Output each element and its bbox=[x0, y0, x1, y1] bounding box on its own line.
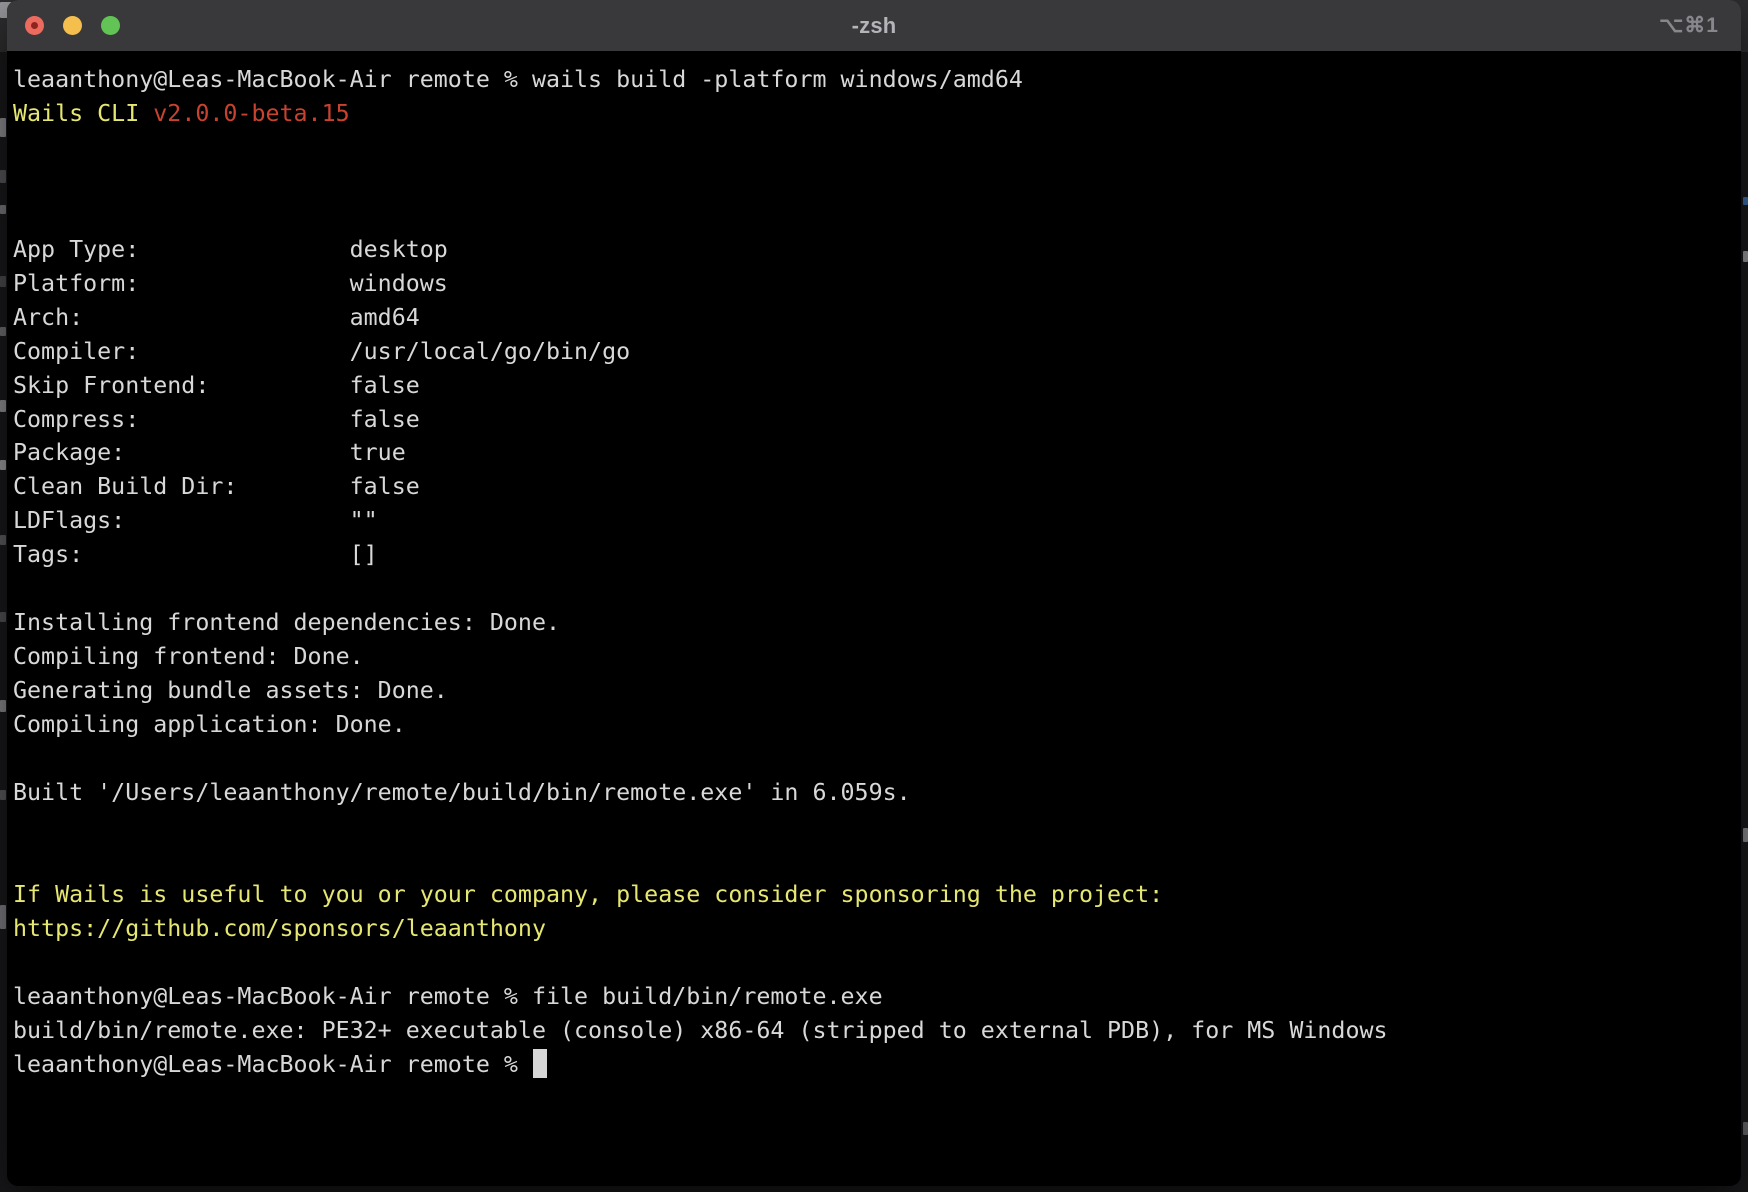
terminal-line bbox=[13, 199, 1735, 233]
close-button-dot-icon bbox=[31, 22, 38, 29]
terminal-line bbox=[13, 844, 1735, 878]
terminal-line: Generating bundle assets: Done. bbox=[13, 674, 1735, 708]
occluded-window-fragment bbox=[0, 205, 6, 214]
terminal-text-segment: Wails CLI bbox=[13, 100, 153, 127]
terminal-text-segment: leaanthony@Leas-MacBook-Air remote % fil… bbox=[13, 983, 883, 1010]
terminal-line: Wails CLI v2.0.0-beta.15 bbox=[13, 97, 1735, 131]
occluded-window-fragment bbox=[0, 276, 6, 287]
window-title: -zsh bbox=[852, 13, 897, 39]
occluded-window-fragment bbox=[1743, 251, 1748, 262]
terminal-line: Compress: false bbox=[13, 403, 1735, 437]
occluded-window-fragment bbox=[0, 327, 6, 336]
terminal-line: Arch: amd64 bbox=[13, 301, 1735, 335]
terminal-text-segment: leaanthony@Leas-MacBook-Air remote % wai… bbox=[13, 66, 1023, 93]
occluded-window-fragment bbox=[0, 400, 6, 412]
terminal-text-segment: If Wails is useful to you or your compan… bbox=[13, 881, 1163, 908]
terminal-line: https://github.com/sponsors/leaanthony bbox=[13, 912, 1735, 946]
terminal-text-segment: build/bin/remote.exe: PE32+ executable (… bbox=[13, 1017, 1388, 1044]
terminal-line bbox=[13, 131, 1735, 165]
occluded-window-fragment bbox=[0, 460, 6, 470]
terminal-line: Platform: windows bbox=[13, 267, 1735, 301]
terminal-line: Package: true bbox=[13, 436, 1735, 470]
terminal-text-segment: Installing frontend dependencies: Done. bbox=[13, 609, 560, 636]
titlebar[interactable]: -zsh ⌥⌘1 bbox=[7, 0, 1741, 51]
terminal-line: Compiling application: Done. bbox=[13, 708, 1735, 742]
terminal-text-segment: Compiling frontend: Done. bbox=[13, 643, 364, 670]
terminal-text-segment: Compiling application: Done. bbox=[13, 711, 406, 738]
desktop-background: -zsh ⌥⌘1 leaanthony@Leas-MacBook-Air rem… bbox=[0, 0, 1748, 1192]
terminal-output[interactable]: leaanthony@Leas-MacBook-Air remote % wai… bbox=[7, 51, 1741, 1082]
terminal-line: leaanthony@Leas-MacBook-Air remote % fil… bbox=[13, 980, 1735, 1014]
terminal-line: If Wails is useful to you or your compan… bbox=[13, 878, 1735, 912]
terminal-text-segment: Package: true bbox=[13, 439, 406, 466]
terminal-line: Compiling frontend: Done. bbox=[13, 640, 1735, 674]
occluded-window-fragment bbox=[0, 170, 6, 183]
terminal-line bbox=[13, 810, 1735, 844]
terminal-line: leaanthony@Leas-MacBook-Air remote % bbox=[13, 1048, 1735, 1082]
terminal-text-segment: Compiler: /usr/local/go/bin/go bbox=[13, 338, 630, 365]
occluded-window-fragment bbox=[0, 535, 6, 545]
terminal-text-segment: LDFlags: "" bbox=[13, 507, 378, 534]
terminal-line: Clean Build Dir: false bbox=[13, 470, 1735, 504]
terminal-window: -zsh ⌥⌘1 leaanthony@Leas-MacBook-Air rem… bbox=[7, 0, 1741, 1186]
zoom-button[interactable] bbox=[101, 16, 120, 35]
terminal-text-segment: https://github.com/sponsors/leaanthony bbox=[13, 915, 546, 942]
terminal-line: LDFlags: "" bbox=[13, 504, 1735, 538]
terminal-text-segment: Compress: false bbox=[13, 406, 420, 433]
terminal-line: Tags: [] bbox=[13, 538, 1735, 572]
minimize-button[interactable] bbox=[63, 16, 82, 35]
terminal-text-segment: Generating bundle assets: Done. bbox=[13, 677, 448, 704]
terminal-line: Installing frontend dependencies: Done. bbox=[13, 606, 1735, 640]
terminal-text-segment: leaanthony@Leas-MacBook-Air remote % bbox=[13, 1051, 532, 1078]
terminal-text-segment: App Type: desktop bbox=[13, 236, 448, 263]
terminal-line: Built '/Users/leaanthony/remote/build/bi… bbox=[13, 776, 1735, 810]
terminal-line: Skip Frontend: false bbox=[13, 369, 1735, 403]
occluded-window-fragment bbox=[0, 612, 6, 622]
terminal-line: build/bin/remote.exe: PE32+ executable (… bbox=[13, 1014, 1735, 1048]
terminal-text-segment: Clean Build Dir: false bbox=[13, 473, 420, 500]
terminal-cursor bbox=[533, 1049, 547, 1078]
occluded-window-fragment bbox=[0, 790, 6, 800]
tab-shortcut-badge: ⌥⌘1 bbox=[1659, 0, 1719, 51]
close-button[interactable] bbox=[25, 16, 44, 35]
occluded-window-fragment bbox=[1743, 197, 1748, 205]
terminal-line: leaanthony@Leas-MacBook-Air remote % wai… bbox=[13, 63, 1735, 97]
terminal-text-segment: v2.0.0-beta.15 bbox=[153, 100, 349, 127]
terminal-line bbox=[13, 946, 1735, 980]
window-controls bbox=[25, 0, 120, 51]
terminal-text-segment: Platform: windows bbox=[13, 270, 448, 297]
terminal-text-segment: Tags: [] bbox=[13, 541, 378, 568]
terminal-text-segment: Built '/Users/leaanthony/remote/build/bi… bbox=[13, 779, 911, 806]
terminal-line: App Type: desktop bbox=[13, 233, 1735, 267]
occluded-window-fragment bbox=[0, 700, 6, 712]
occluded-window-fragment bbox=[1743, 1122, 1748, 1135]
occluded-window-fragment bbox=[1743, 828, 1748, 842]
occluded-window-fragment bbox=[0, 905, 6, 929]
terminal-line bbox=[13, 742, 1735, 776]
terminal-text-segment: Skip Frontend: false bbox=[13, 372, 420, 399]
terminal-line bbox=[13, 165, 1735, 199]
terminal-line: Compiler: /usr/local/go/bin/go bbox=[13, 335, 1735, 369]
terminal-line bbox=[13, 572, 1735, 606]
occluded-window-fragment bbox=[0, 118, 6, 137]
terminal-text-segment: Arch: amd64 bbox=[13, 304, 420, 331]
